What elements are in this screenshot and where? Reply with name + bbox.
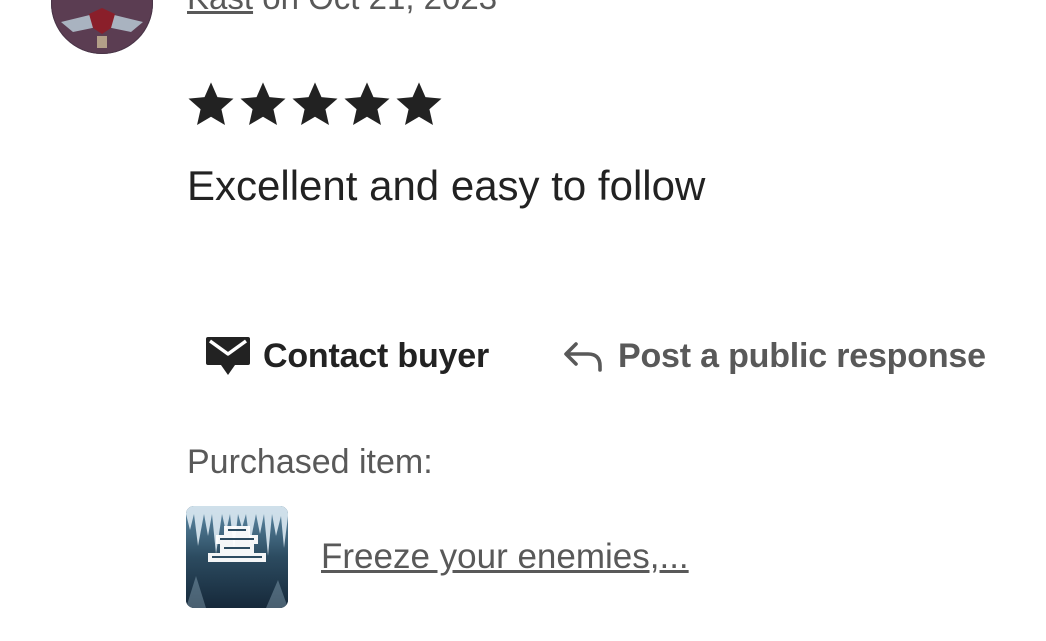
review-text: Excellent and easy to follow: [187, 162, 706, 209]
post-public-response-button[interactable]: Post a public response: [562, 332, 986, 380]
contact-buyer-label: Contact buyer: [263, 336, 489, 375]
star-icon: [344, 82, 390, 126]
date-prefix: on: [262, 0, 299, 16]
star-icon: [188, 82, 234, 126]
star-icon: [240, 82, 286, 126]
contact-buyer-button[interactable]: Contact buyer: [205, 332, 489, 380]
purchased-item-thumbnail[interactable]: [186, 506, 288, 608]
reviewer-avatar[interactable]: [51, 0, 153, 54]
star-icon: [396, 82, 442, 126]
purchased-item-link[interactable]: Freeze your enemies,...: [321, 534, 689, 580]
mail-icon: [206, 337, 250, 375]
star-icon: [292, 82, 338, 126]
star-rating: [186, 78, 444, 130]
purchased-item-label: Purchased item:: [187, 443, 433, 481]
post-public-response-label: Post a public response: [618, 336, 986, 375]
reviewer-line: Kast on Oct 21, 2023: [187, 0, 497, 18]
reviewer-name-link[interactable]: Kast: [187, 0, 253, 16]
review-date: Oct 21, 2023: [308, 0, 497, 16]
reply-arrow-icon: [564, 342, 602, 372]
